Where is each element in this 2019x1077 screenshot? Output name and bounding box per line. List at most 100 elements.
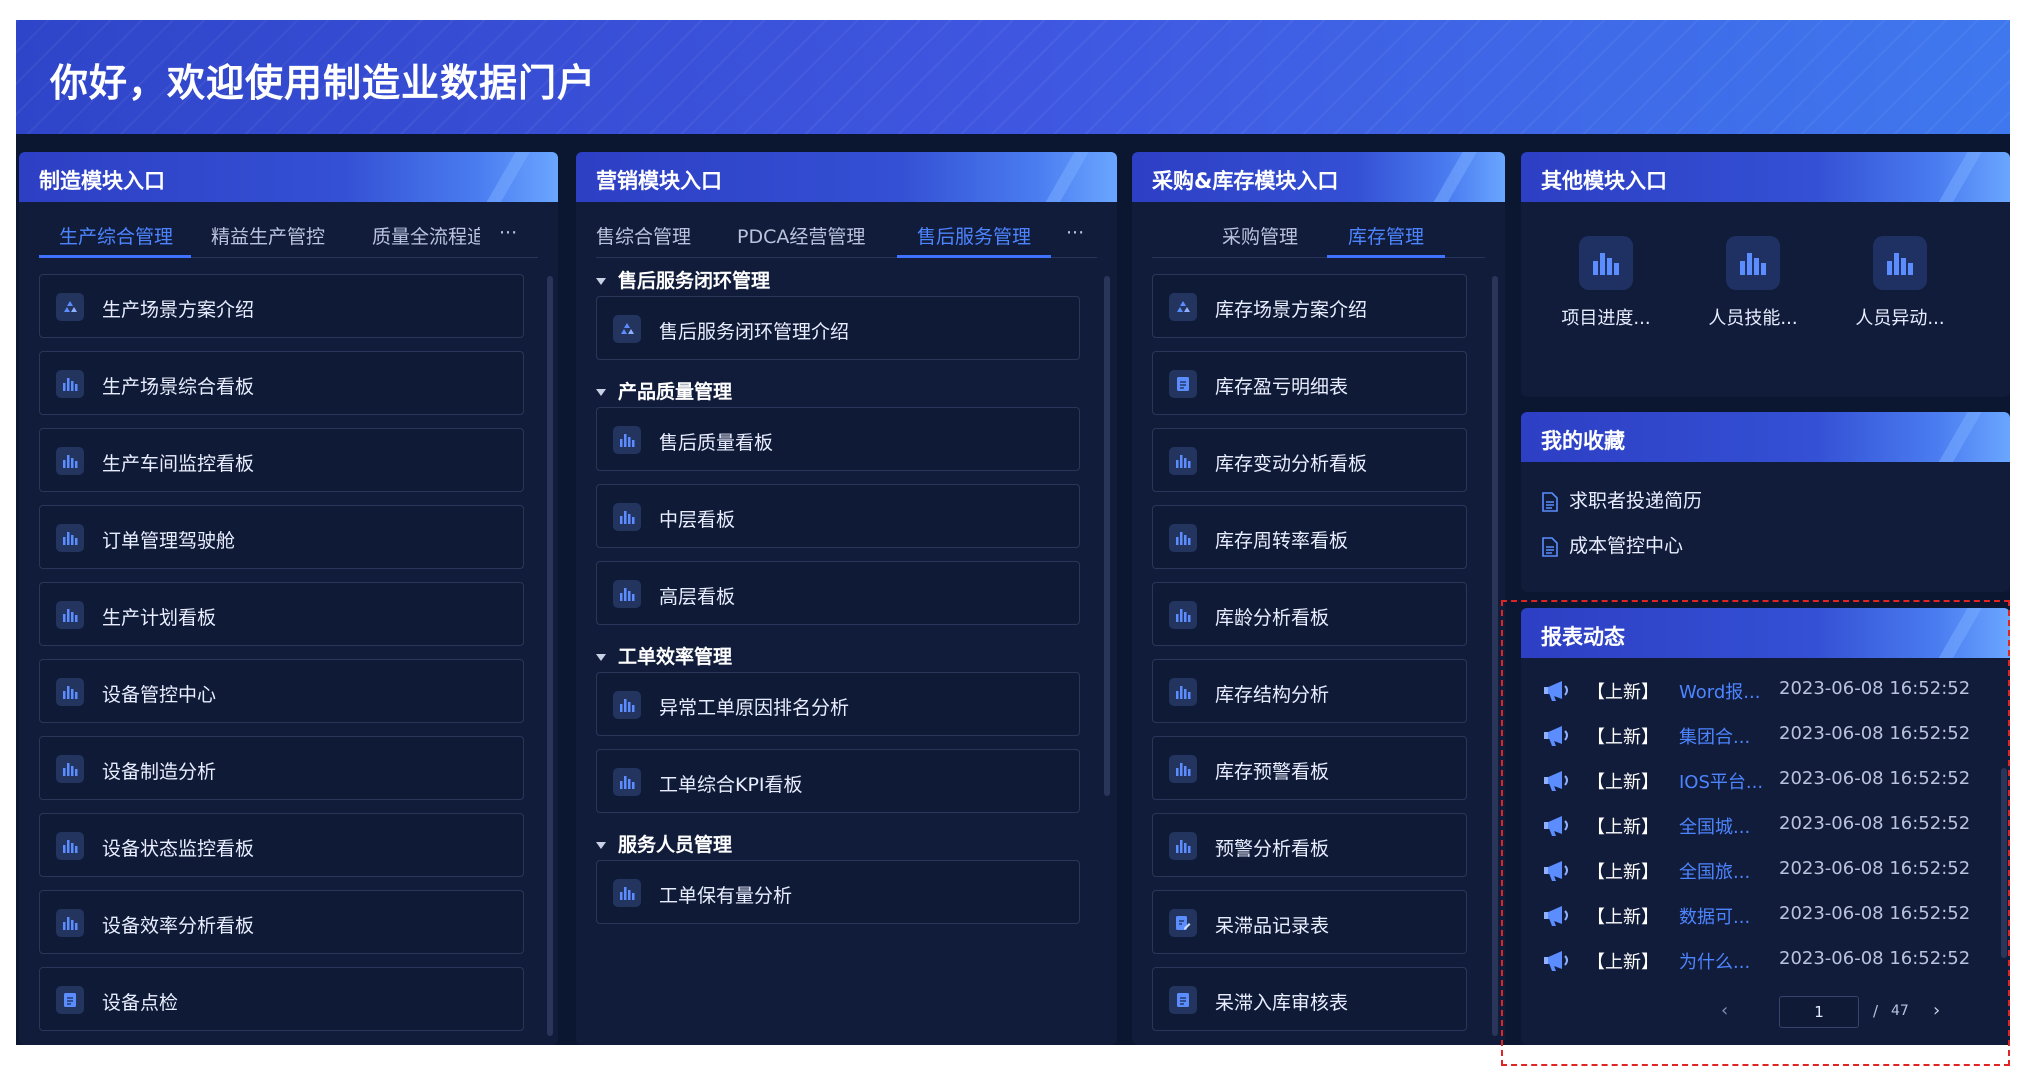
tab-inventory[interactable]: 库存管理: [1348, 222, 1424, 249]
scrollbar[interactable]: [547, 276, 553, 1036]
report-item[interactable]: 【上新】 集团合... 2023-06-08 16:52:52: [1543, 721, 1983, 751]
list-item-label: 生产场景综合看板: [102, 376, 255, 398]
report-item[interactable]: 【上新】 全国城... 2023-06-08 16:52:52: [1543, 811, 1983, 841]
bar-chart-icon: [613, 426, 641, 454]
tab-sales-overview[interactable]: 售综合管理: [596, 222, 691, 249]
list-item[interactable]: 呆滞品记录表: [1152, 890, 1467, 954]
module-tile-staff-skills[interactable]: 人员技能...: [1688, 236, 1818, 330]
scrollbar[interactable]: [2001, 768, 2007, 958]
list-item[interactable]: 呆滞入库审核表: [1152, 967, 1467, 1031]
bar-chart-icon: [1169, 447, 1197, 475]
list-item[interactable]: 设备效率分析看板: [39, 890, 524, 954]
next-page-icon[interactable]: ›: [1933, 1000, 1940, 1021]
scrollbar[interactable]: [1492, 276, 1498, 1036]
report-name-link[interactable]: 集团合...: [1679, 723, 1750, 749]
list-item[interactable]: 库存预警看板: [1152, 736, 1467, 800]
list-item[interactable]: 订单管理驾驶舱: [39, 505, 524, 569]
module-tile-project-progress[interactable]: 项目进度...: [1541, 236, 1671, 330]
tab-after-sales[interactable]: 售后服务管理: [917, 222, 1031, 249]
list-item[interactable]: 设备点检: [39, 967, 524, 1031]
tab-purchase[interactable]: 采购管理: [1222, 222, 1298, 249]
report-tag: 【上新】: [1587, 907, 1659, 928]
list-item[interactable]: 库存盈亏明细表: [1152, 351, 1467, 415]
group-header[interactable]: 产品质量管理: [596, 377, 732, 404]
other-modules-panel: 其他模块入口 项目进度... 人员技能... 人员异动...: [1521, 152, 2010, 397]
list-item[interactable]: 高层看板: [596, 561, 1080, 625]
list-item-label: 预警分析看板: [1215, 838, 1330, 860]
list-item[interactable]: 工单综合KPI看板: [596, 749, 1080, 813]
tab-more[interactable]: ···: [1066, 222, 1084, 244]
list-item[interactable]: 生产车间监控看板: [39, 428, 524, 492]
list-item[interactable]: 异常工单原因排名分析: [596, 672, 1080, 736]
report-name-link[interactable]: Word报...: [1679, 678, 1760, 704]
tab-pdca[interactable]: PDCA经营管理: [737, 222, 865, 249]
group-header[interactable]: 服务人员管理: [596, 830, 732, 857]
manufacturing-panel: 制造模块入口 生产综合管理 精益生产管控 质量全流程追 ··· 生产场景方案介绍…: [19, 152, 558, 1045]
report-tag: 【上新】: [1587, 682, 1659, 703]
group-header[interactable]: 售后服务闭环管理: [596, 266, 770, 293]
favorite-label: 成本管控中心: [1569, 535, 1684, 557]
module-tile-staff-changes[interactable]: 人员异动...: [1835, 236, 1965, 330]
bar-chart-icon: [56, 755, 84, 783]
favorite-item[interactable]: 成本管控中心: [1541, 531, 1683, 558]
favorite-item[interactable]: 求职者投递简历: [1541, 486, 1702, 513]
scrollbar[interactable]: [1104, 276, 1110, 796]
tab-lean-production[interactable]: 精益生产管控: [211, 222, 325, 249]
list-item-label: 订单管理驾驶舱: [102, 530, 236, 552]
report-item[interactable]: 【上新】 为什么... 2023-06-08 16:52:52: [1543, 946, 1983, 976]
list-item[interactable]: 生产计划看板: [39, 582, 524, 646]
list-item[interactable]: 中层看板: [596, 484, 1080, 548]
list-item[interactable]: 生产场景方案介绍: [39, 274, 524, 338]
report-name-link[interactable]: IOS平台...: [1679, 768, 1763, 794]
report-item[interactable]: 【上新】 Word报... 2023-06-08 16:52:52: [1543, 676, 1983, 706]
panel-title: 其他模块入口: [1541, 169, 1667, 193]
list-item[interactable]: 库存周转率看板: [1152, 505, 1467, 569]
active-tab-indicator: [39, 255, 191, 258]
report-item[interactable]: 【上新】 IOS平台... 2023-06-08 16:52:52: [1543, 766, 1983, 796]
list-item[interactable]: 预警分析看板: [1152, 813, 1467, 877]
list-item-label: 生产车间监控看板: [102, 453, 255, 475]
list-item-label: 高层看板: [659, 586, 736, 608]
list-item[interactable]: 库存变动分析看板: [1152, 428, 1467, 492]
bar-chart-icon: [1169, 601, 1197, 629]
panel-title: 报表动态: [1541, 625, 1625, 649]
tab-quality[interactable]: 质量全流程追: [372, 222, 480, 249]
report-timestamp: 2023-06-08 16:52:52: [1779, 858, 1971, 879]
tab-production[interactable]: 生产综合管理: [59, 222, 173, 249]
bar-chart-icon: [1169, 832, 1197, 860]
megaphone-icon: [1543, 678, 1573, 709]
list-item[interactable]: 库存场景方案介绍: [1152, 274, 1467, 338]
report-name-link[interactable]: 全国旅...: [1679, 858, 1750, 884]
report-item[interactable]: 【上新】 全国旅... 2023-06-08 16:52:52: [1543, 856, 1983, 886]
report-name-link[interactable]: 全国城...: [1679, 813, 1750, 839]
list-item[interactable]: 设备状态监控看板: [39, 813, 524, 877]
list-item[interactable]: 售后服务闭环管理介绍: [596, 296, 1080, 360]
report-timestamp: 2023-06-08 16:52:52: [1779, 903, 1971, 924]
welcome-banner: 你好，欢迎使用制造业数据门户: [16, 20, 2010, 134]
list-item[interactable]: 设备制造分析: [39, 736, 524, 800]
prev-page-icon[interactable]: ‹: [1721, 1000, 1728, 1021]
bar-chart-icon: [56, 601, 84, 629]
list-item[interactable]: 工单保有量分析: [596, 860, 1080, 924]
list-item[interactable]: 库龄分析看板: [1152, 582, 1467, 646]
list-item-label: 生产计划看板: [102, 607, 217, 629]
recycle-icon: [1169, 293, 1197, 321]
page-number-input[interactable]: [1779, 996, 1859, 1028]
bar-chart-icon: [613, 503, 641, 531]
report-item[interactable]: 【上新】 数据可... 2023-06-08 16:52:52: [1543, 901, 1983, 931]
report-updates-panel: 报表动态 【上新】 Word报... 2023-06-08 16:52:52 【上新】…: [1521, 608, 2010, 1045]
report-name-link[interactable]: 数据可...: [1679, 903, 1750, 929]
list-item-label: 设备状态监控看板: [102, 838, 255, 860]
list-item[interactable]: 售后质量看板: [596, 407, 1080, 471]
list-item[interactable]: 库存结构分析: [1152, 659, 1467, 723]
report-name-link[interactable]: 为什么...: [1679, 948, 1750, 974]
active-tab-indicator: [897, 255, 1051, 258]
list-item[interactable]: 设备管控中心: [39, 659, 524, 723]
tab-more[interactable]: ···: [499, 222, 517, 244]
list-item[interactable]: 生产场景综合看板: [39, 351, 524, 415]
group-header[interactable]: 工单效率管理: [596, 642, 732, 669]
megaphone-icon: [1543, 813, 1573, 844]
megaphone-icon: [1543, 768, 1573, 799]
recycle-icon: [613, 315, 641, 343]
report-tag: 【上新】: [1587, 862, 1659, 883]
